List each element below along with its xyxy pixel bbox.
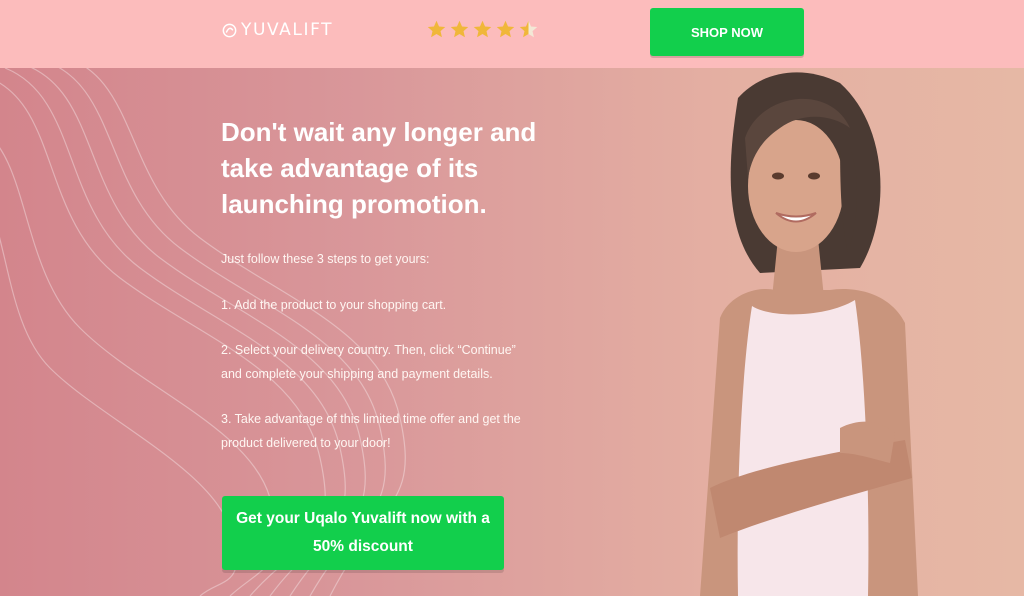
model-portrait-image <box>700 72 918 596</box>
discount-cta-button[interactable]: Get your Uqalo Yuvalift now with a 50% d… <box>222 496 504 570</box>
step-item: 3. Take advantage of this limited time o… <box>221 412 521 450</box>
logo-text: YUVALIFT <box>241 20 334 40</box>
hero-section: Don't wait any longer and take advantage… <box>0 68 1024 596</box>
star-icon <box>427 20 446 38</box>
hero-headline: Don't wait any longer and take advantage… <box>221 117 537 219</box>
star-icon <box>473 20 492 38</box>
brand-logo[interactable]: YUVALIFT <box>222 20 333 40</box>
star-icon <box>450 20 469 38</box>
top-header: YUVALIFT SHOP NOW <box>0 0 1024 68</box>
star-half-icon <box>519 20 538 38</box>
steps-copy: Just follow these 3 steps to get yours: … <box>221 248 521 455</box>
steps-intro: Just follow these 3 steps to get yours: <box>221 252 430 266</box>
step-item: 2. Select your delivery country. Then, c… <box>221 343 516 381</box>
rating-stars <box>426 19 539 40</box>
shop-now-button[interactable]: SHOP NOW <box>650 8 804 56</box>
star-icon <box>496 20 515 38</box>
step-item: 1. Add the product to your shopping cart… <box>221 297 447 312</box>
logo-icon <box>222 23 237 37</box>
